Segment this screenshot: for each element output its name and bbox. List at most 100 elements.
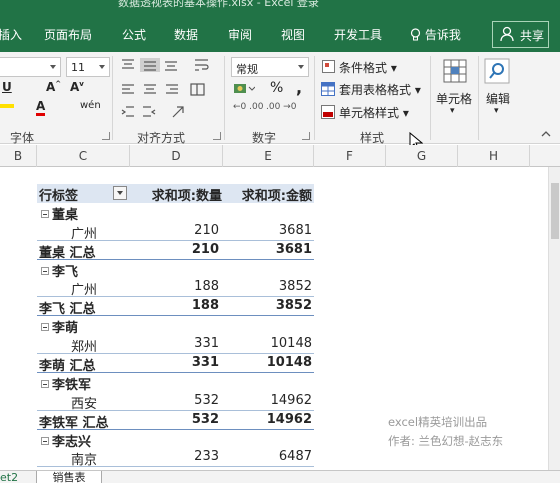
- amount-cell[interactable]: 3852: [232, 279, 312, 294]
- conditional-format-button[interactable]: 条件格式 ▾: [339, 59, 397, 76]
- column-header[interactable]: D: [130, 145, 223, 167]
- scroll-thumb[interactable]: [551, 183, 559, 239]
- number-dialog-launcher[interactable]: [302, 132, 310, 140]
- amount-cell[interactable]: 10148: [232, 355, 312, 370]
- collapse-minus-icon[interactable]: [41, 209, 49, 218]
- share-button[interactable]: 共享: [492, 21, 549, 48]
- column-header[interactable]: C: [37, 145, 130, 167]
- pivot-table[interactable]: 行标签 求和项:数量 求和项:金额 董桌 广州 210 3681 董桌 汇总 210 368…: [37, 184, 314, 468]
- tab-page-layout[interactable]: 页面布局: [44, 26, 92, 43]
- pivot-subtotal-row[interactable]: 李萌 汇总 331 10148: [37, 354, 314, 374]
- pivot-group-row[interactable]: 董桌: [37, 203, 314, 223]
- cell-style-button[interactable]: 单元格样式 ▾: [339, 104, 409, 121]
- qty-cell[interactable]: 331: [129, 355, 219, 370]
- percent-style-button[interactable]: %: [270, 80, 283, 96]
- cell-style-icon: [321, 105, 335, 119]
- wrap-text-icon[interactable]: [194, 58, 210, 72]
- qty-cell[interactable]: 233: [129, 449, 219, 464]
- collapse-minus-icon[interactable]: [41, 436, 49, 445]
- divider: [112, 56, 113, 140]
- comma-style-button[interactable]: ,: [296, 78, 302, 97]
- pivot-detail-row[interactable]: 郑州 331 10148: [37, 335, 314, 355]
- divider: [430, 56, 431, 140]
- divider: [314, 56, 315, 140]
- underline-button[interactable]: U: [2, 80, 12, 94]
- decrease-font-button[interactable]: Av: [70, 80, 84, 94]
- pivot-detail-row[interactable]: 广州 188 3852: [37, 278, 314, 298]
- search-icon: [484, 58, 510, 84]
- pivot-subtotal-row[interactable]: 李铁军 汇总 532 14962: [37, 411, 314, 431]
- amount-cell[interactable]: 3852: [232, 298, 312, 313]
- pivot-group-row[interactable]: 李飞: [37, 260, 314, 280]
- pivot-group-row[interactable]: 李萌: [37, 316, 314, 336]
- tab-review[interactable]: 审阅: [228, 26, 252, 43]
- cells-label: 单元格: [436, 92, 473, 106]
- amount-cell[interactable]: 14962: [232, 412, 312, 427]
- decrease-decimal-button[interactable]: .00 →0: [266, 102, 296, 112]
- collapse-minus-icon[interactable]: [41, 266, 49, 275]
- vertical-scrollbar[interactable]: [548, 167, 560, 470]
- row-label: 李飞 汇总: [39, 302, 96, 318]
- collapse-ribbon-icon[interactable]: [540, 128, 552, 138]
- pivot-subtotal-row[interactable]: 董桌 汇总 210 3681: [37, 241, 314, 261]
- currency-format-icon[interactable]: [233, 82, 255, 96]
- alignment-dialog-launcher[interactable]: [213, 132, 221, 140]
- qty-cell[interactable]: 188: [129, 279, 219, 294]
- vertical-align-icons[interactable]: [121, 58, 181, 72]
- font-color-button[interactable]: A: [36, 100, 46, 116]
- font-size-combo[interactable]: 11: [66, 57, 110, 77]
- qty-cell[interactable]: 188: [129, 298, 219, 313]
- pivot-group-row[interactable]: 李铁军: [37, 373, 314, 393]
- phonetic-button[interactable]: wén: [80, 100, 101, 111]
- title-bar: 数据透视表的基本操作.xlsx - Excel 登录: [0, 0, 560, 10]
- tab-data[interactable]: 数据: [174, 26, 198, 43]
- indent-orientation-icons[interactable]: [121, 105, 201, 119]
- column-header[interactable]: E: [223, 145, 314, 167]
- qty-cell[interactable]: 532: [129, 412, 219, 427]
- worksheet-grid[interactable]: 行标签 求和项:数量 求和项:金额 董桌 广州 210 3681 董桌 汇总 210 368…: [0, 167, 548, 470]
- pivot-header-row[interactable]: 行标签 求和项:数量 求和项:金额: [37, 184, 314, 204]
- cells-button[interactable]: 单元格 ▾: [436, 56, 474, 124]
- column-header[interactable]: H: [458, 145, 530, 167]
- tab-insert[interactable]: 插入: [0, 26, 22, 43]
- tell-me[interactable]: 告诉我: [410, 26, 461, 43]
- number-format-combo[interactable]: 常规: [231, 57, 309, 77]
- amount-cell[interactable]: 3681: [232, 223, 312, 238]
- fill-color-icon[interactable]: [0, 104, 14, 108]
- filter-dropdown-icon[interactable]: [113, 186, 127, 200]
- group-label-alignment: 对齐方式: [137, 131, 186, 145]
- tab-view[interactable]: 视图: [281, 26, 305, 43]
- amount-cell[interactable]: 3681: [232, 242, 312, 257]
- amount-cell[interactable]: 10148: [232, 336, 312, 351]
- qty-cell[interactable]: 532: [129, 393, 219, 408]
- pivot-detail-row[interactable]: 西安 532 14962: [37, 392, 314, 412]
- group-label-font: 字体: [10, 131, 35, 145]
- increase-font-button[interactable]: A^: [46, 80, 61, 94]
- amount-cell[interactable]: 6487: [232, 449, 312, 464]
- pivot-subtotal-row[interactable]: 李飞 汇总 188 3852: [37, 297, 314, 318]
- pivot-group-row[interactable]: 李志兴: [37, 430, 314, 450]
- qty-cell[interactable]: 210: [129, 242, 219, 257]
- editing-button[interactable]: 编辑 ▾: [484, 56, 514, 124]
- tab-formulas[interactable]: 公式: [122, 26, 146, 43]
- column-header[interactable]: F: [314, 145, 386, 167]
- row-label: 李志兴: [52, 434, 92, 450]
- pivot-detail-row[interactable]: 南京 233 6487: [37, 448, 314, 468]
- conditional-format-icon: [322, 60, 335, 73]
- collapse-minus-icon[interactable]: [41, 379, 49, 388]
- pivot-detail-row[interactable]: 广州 210 3681: [37, 222, 314, 242]
- font-name-combo[interactable]: [0, 57, 61, 77]
- amount-cell[interactable]: 14962: [232, 393, 312, 408]
- column-header[interactable]: G: [386, 145, 458, 167]
- tab-developer[interactable]: 开发工具: [334, 26, 382, 43]
- sheet-tab-partial[interactable]: et2: [0, 471, 18, 483]
- font-dialog-launcher[interactable]: [102, 132, 110, 140]
- qty-cell[interactable]: 331: [129, 336, 219, 351]
- column-header[interactable]: B: [0, 145, 37, 167]
- collapse-minus-icon[interactable]: [41, 323, 49, 332]
- increase-decimal-button[interactable]: ←0 .00: [233, 102, 263, 112]
- table-format-button[interactable]: 套用表格格式 ▾: [339, 81, 421, 98]
- sheet-tab[interactable]: 销售表: [36, 471, 102, 483]
- horizontal-align-icons[interactable]: [121, 83, 211, 97]
- qty-cell[interactable]: 210: [129, 223, 219, 238]
